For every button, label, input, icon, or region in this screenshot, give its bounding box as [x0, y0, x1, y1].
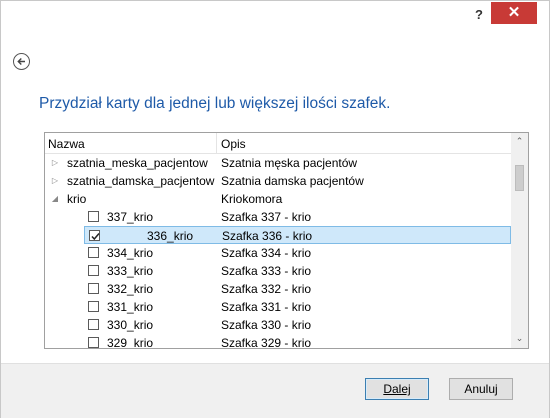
cancel-button[interactable]: Anuluj: [449, 378, 513, 400]
expand-arrow-icon[interactable]: ▷: [50, 154, 60, 172]
back-button[interactable]: [13, 53, 30, 70]
column-header-name[interactable]: Nazwa: [48, 133, 85, 153]
tree-item-row[interactable]: 336_krio Szafka 336 - krio: [84, 226, 511, 244]
tree-item-row[interactable]: 331_krio Szafka 331 - krio: [45, 298, 511, 316]
arrow-left-icon: [17, 58, 25, 65]
tree-item-row[interactable]: 330_krio Szafka 330 - krio: [45, 316, 511, 334]
row-name: krio: [67, 192, 87, 206]
close-button[interactable]: ✕: [491, 2, 537, 24]
row-name: 336_krio: [147, 229, 194, 243]
row-checkbox[interactable]: [88, 283, 99, 294]
row-name: 332_krio: [107, 282, 154, 296]
row-description: Szafka 337 - krio: [221, 210, 312, 224]
next-button-label: Dalej: [383, 382, 411, 396]
row-checkbox[interactable]: [88, 211, 99, 222]
page-heading: Przydział karty dla jednej lub większej …: [39, 95, 391, 112]
row-description: Szafka 333 - krio: [221, 264, 312, 278]
row-name: 329_krio: [107, 336, 154, 349]
vertical-scrollbar[interactable]: ⌃ ⌄: [511, 133, 528, 348]
row-description: Szafka 329 - krio: [221, 336, 312, 349]
row-name: szatnia_meska_pacjentow: [67, 156, 208, 170]
row-name: 331_krio: [107, 300, 154, 314]
row-description: Szafka 330 - krio: [221, 318, 312, 332]
tree-group-row[interactable]: ▷ szatnia_meska_pacjentow Szatnia męska pa…: [45, 154, 511, 172]
row-name: szatnia_damska_pacjentow: [67, 174, 215, 188]
row-checkbox[interactable]: [88, 265, 99, 276]
help-button[interactable]: ?: [471, 7, 487, 23]
row-name: 330_krio: [107, 318, 154, 332]
tree-group-row[interactable]: ◢ krio Kriokomora: [45, 190, 511, 208]
lockers-treeview[interactable]: Nazwa Opis ▷ szatnia_meska_pacjentow Szatn…: [44, 132, 529, 349]
row-description: Kriokomora: [221, 192, 283, 206]
tree-item-row[interactable]: 334_krio Szafka 334 - krio: [45, 244, 511, 262]
column-separator[interactable]: [216, 133, 217, 153]
row-name: 333_krio: [107, 264, 154, 278]
next-button[interactable]: Dalej: [365, 378, 429, 400]
tree-item-row[interactable]: 332_krio Szafka 332 - krio: [45, 280, 511, 298]
tree-item-row[interactable]: 337_krio Szafka 337 - krio: [45, 208, 511, 226]
row-description: Szatnia męska pacjentów: [221, 156, 358, 170]
row-checkbox[interactable]: [88, 337, 99, 348]
row-checkbox[interactable]: [88, 319, 99, 330]
expand-arrow-icon[interactable]: ▷: [50, 172, 60, 190]
row-name: 337_krio: [107, 210, 154, 224]
row-description: Szafka 332 - krio: [221, 282, 312, 296]
row-description: Szafka 331 - krio: [221, 300, 312, 314]
tree-item-row[interactable]: 333_krio Szafka 333 - krio: [45, 262, 511, 280]
button-bar: Dalej Anuluj: [1, 363, 549, 418]
row-description: Szafka 336 - krio: [222, 229, 313, 243]
scroll-down-icon[interactable]: ⌄: [511, 330, 528, 347]
row-description: Szatnia damska pacjentów: [221, 174, 364, 188]
row-description: Szafka 334 - krio: [221, 246, 312, 260]
dialog-window: ? ✕ Przydział karty dla jednej lub więks…: [0, 0, 550, 418]
row-checkbox[interactable]: [88, 301, 99, 312]
row-name: 334_krio: [107, 246, 154, 260]
column-header-row: Nazwa Opis: [45, 133, 511, 154]
row-checkbox[interactable]: [88, 247, 99, 258]
tree-group-row[interactable]: ▷ szatnia_damska_pacjentow Szatnia damska …: [45, 172, 511, 190]
column-header-description[interactable]: Opis: [221, 133, 246, 153]
title-bar: ? ✕: [1, 1, 549, 31]
scroll-thumb[interactable]: [515, 165, 524, 191]
scroll-up-icon[interactable]: ⌃: [511, 133, 528, 150]
row-checkbox[interactable]: [89, 230, 100, 241]
collapse-arrow-icon[interactable]: ◢: [50, 190, 60, 208]
tree-item-row[interactable]: 329_krio Szafka 329 - krio: [45, 334, 511, 349]
